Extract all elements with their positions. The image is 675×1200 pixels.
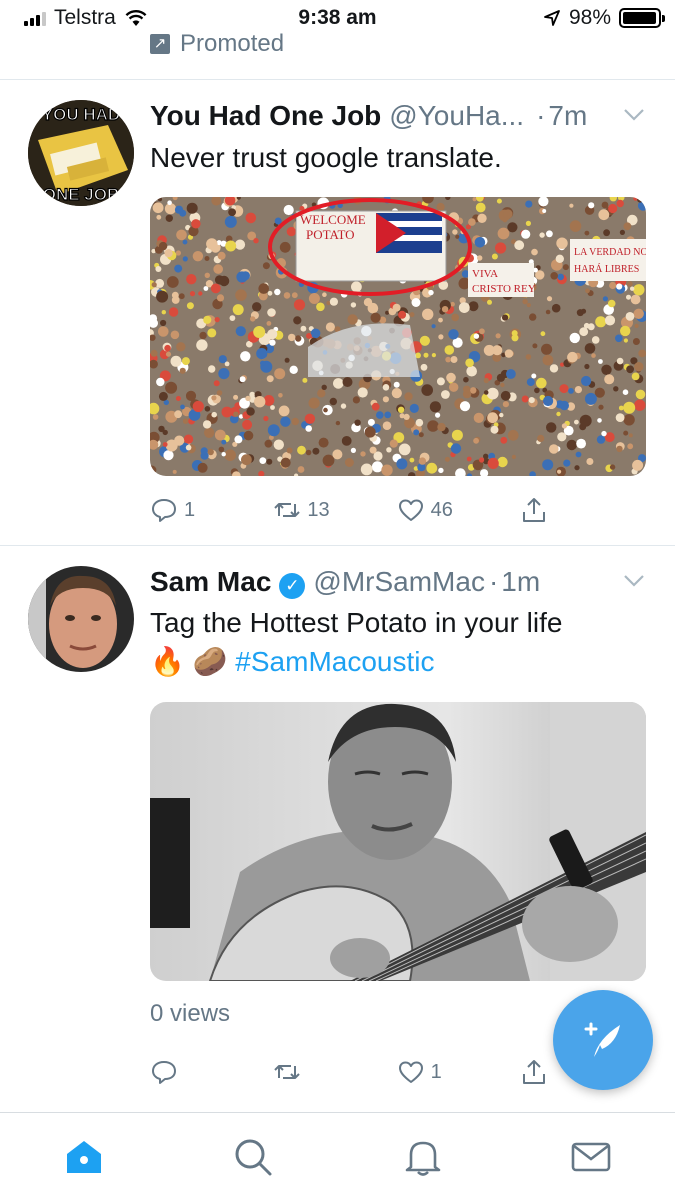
- user-handle[interactable]: @YouHa...: [389, 100, 524, 132]
- view-count: 0 views: [150, 1000, 231, 1027]
- tweet-header: Sam Mac ✓ @MrSamMac · 1m: [150, 566, 645, 599]
- home-icon: [67, 1141, 101, 1173]
- like-count: 1: [430, 1060, 442, 1083]
- retweet-icon: [274, 503, 301, 517]
- tweet[interactable]: YOU HAD ONE JOB You Had One Job @YouHa..…: [0, 80, 675, 545]
- video-thumbnail: [150, 702, 646, 981]
- compose-tweet-button[interactable]: [553, 990, 653, 1090]
- reply-count: 1: [184, 498, 196, 521]
- tweet-header: You Had One Job @YouHa... · 7m: [150, 100, 645, 132]
- reply-button[interactable]: [150, 1058, 210, 1086]
- sign-viva: VIVA: [472, 268, 498, 280]
- share-button[interactable]: [520, 496, 580, 524]
- tweet-actions: 1 13 46: [150, 496, 580, 524]
- retweet-button[interactable]: 13: [273, 496, 333, 524]
- compose-feather-icon: [584, 1022, 620, 1057]
- tweet-emoji: 🔥 🥔: [150, 646, 228, 677]
- hashtag-link[interactable]: #SamMacoustic: [235, 646, 434, 677]
- share-icon: [522, 498, 545, 522]
- tweet-time: 7m: [548, 100, 588, 131]
- crowd-photo: WELCOME POTATO VIVA CRISTO REY LA VERDAD…: [150, 197, 646, 476]
- verified-badge-icon: ✓: [279, 573, 306, 599]
- separator-dot: ·: [536, 100, 546, 131]
- promoted-arrow-icon: ↗: [150, 34, 170, 54]
- reply-icon: [152, 499, 176, 522]
- tab-notifications[interactable]: [401, 1135, 445, 1179]
- heart-icon: [398, 499, 423, 521]
- tweet-actions: 1: [150, 1058, 580, 1086]
- retweet-count: 13: [307, 498, 330, 521]
- heart-icon: [398, 1061, 423, 1083]
- status-bar: Telstra 9:38 am 98%: [0, 0, 675, 38]
- like-button[interactable]: 1: [397, 1058, 457, 1086]
- bell-icon: [405, 1141, 441, 1176]
- chevron-down-icon[interactable]: [623, 108, 645, 122]
- user-handle[interactable]: @MrSamMac: [313, 566, 485, 598]
- retweet-icon: [274, 1065, 301, 1079]
- battery-percent: 98%: [568, 6, 611, 29]
- location-arrow-icon: [544, 10, 560, 26]
- battery-icon: [619, 8, 665, 28]
- like-count: 46: [430, 498, 453, 521]
- separator-dot: ·: [488, 566, 499, 597]
- sign-welcome-potato: WELCOME: [300, 212, 366, 227]
- promoted-indicator: ↗ Promoted: [150, 30, 284, 58]
- retweet-button[interactable]: [273, 1058, 333, 1086]
- display-name[interactable]: You Had One Job: [150, 100, 381, 132]
- avatar-text-bottom: ONE JOB: [43, 185, 120, 204]
- reply-icon: [152, 1061, 176, 1084]
- tab-search[interactable]: [231, 1135, 275, 1179]
- avatar[interactable]: [28, 566, 134, 672]
- tweet-image[interactable]: WELCOME POTATO VIVA CRISTO REY LA VERDAD…: [150, 197, 646, 476]
- svg-text:HARÁ LIBRES: HARÁ LIBRES: [574, 263, 639, 275]
- battery-fill: [623, 12, 657, 24]
- tweet-text-body: Tag the Hottest Potato in your life: [150, 607, 563, 638]
- status-right: 98%: [543, 6, 665, 30]
- search-icon: [235, 1139, 272, 1176]
- tweet-text: Tag the Hottest Potato in your life 🔥 🥔 …: [150, 603, 651, 681]
- svg-text:POTATO: POTATO: [306, 227, 355, 242]
- tab-messages[interactable]: [569, 1135, 613, 1179]
- tab-home[interactable]: [62, 1135, 106, 1179]
- tweet-text: Never trust google translate.: [150, 142, 502, 173]
- chevron-down-icon[interactable]: [623, 574, 645, 588]
- share-icon: [522, 1060, 545, 1084]
- avatar-text-top: YOU HAD: [42, 105, 120, 124]
- tweet-time: 1m: [501, 566, 541, 597]
- envelope-icon: [571, 1142, 611, 1172]
- display-name[interactable]: Sam Mac: [150, 566, 271, 598]
- reply-button[interactable]: 1: [150, 496, 210, 524]
- promoted-label: Promoted: [180, 30, 285, 57]
- tab-bar: [0, 1112, 675, 1200]
- like-button[interactable]: 46: [397, 496, 457, 524]
- tweet-video[interactable]: [150, 702, 646, 981]
- svg-text:CRISTO REY: CRISTO REY: [472, 283, 536, 295]
- avatar[interactable]: YOU HAD ONE JOB: [28, 100, 134, 206]
- sign-verdad: LA VERDAD NOS: [574, 247, 646, 258]
